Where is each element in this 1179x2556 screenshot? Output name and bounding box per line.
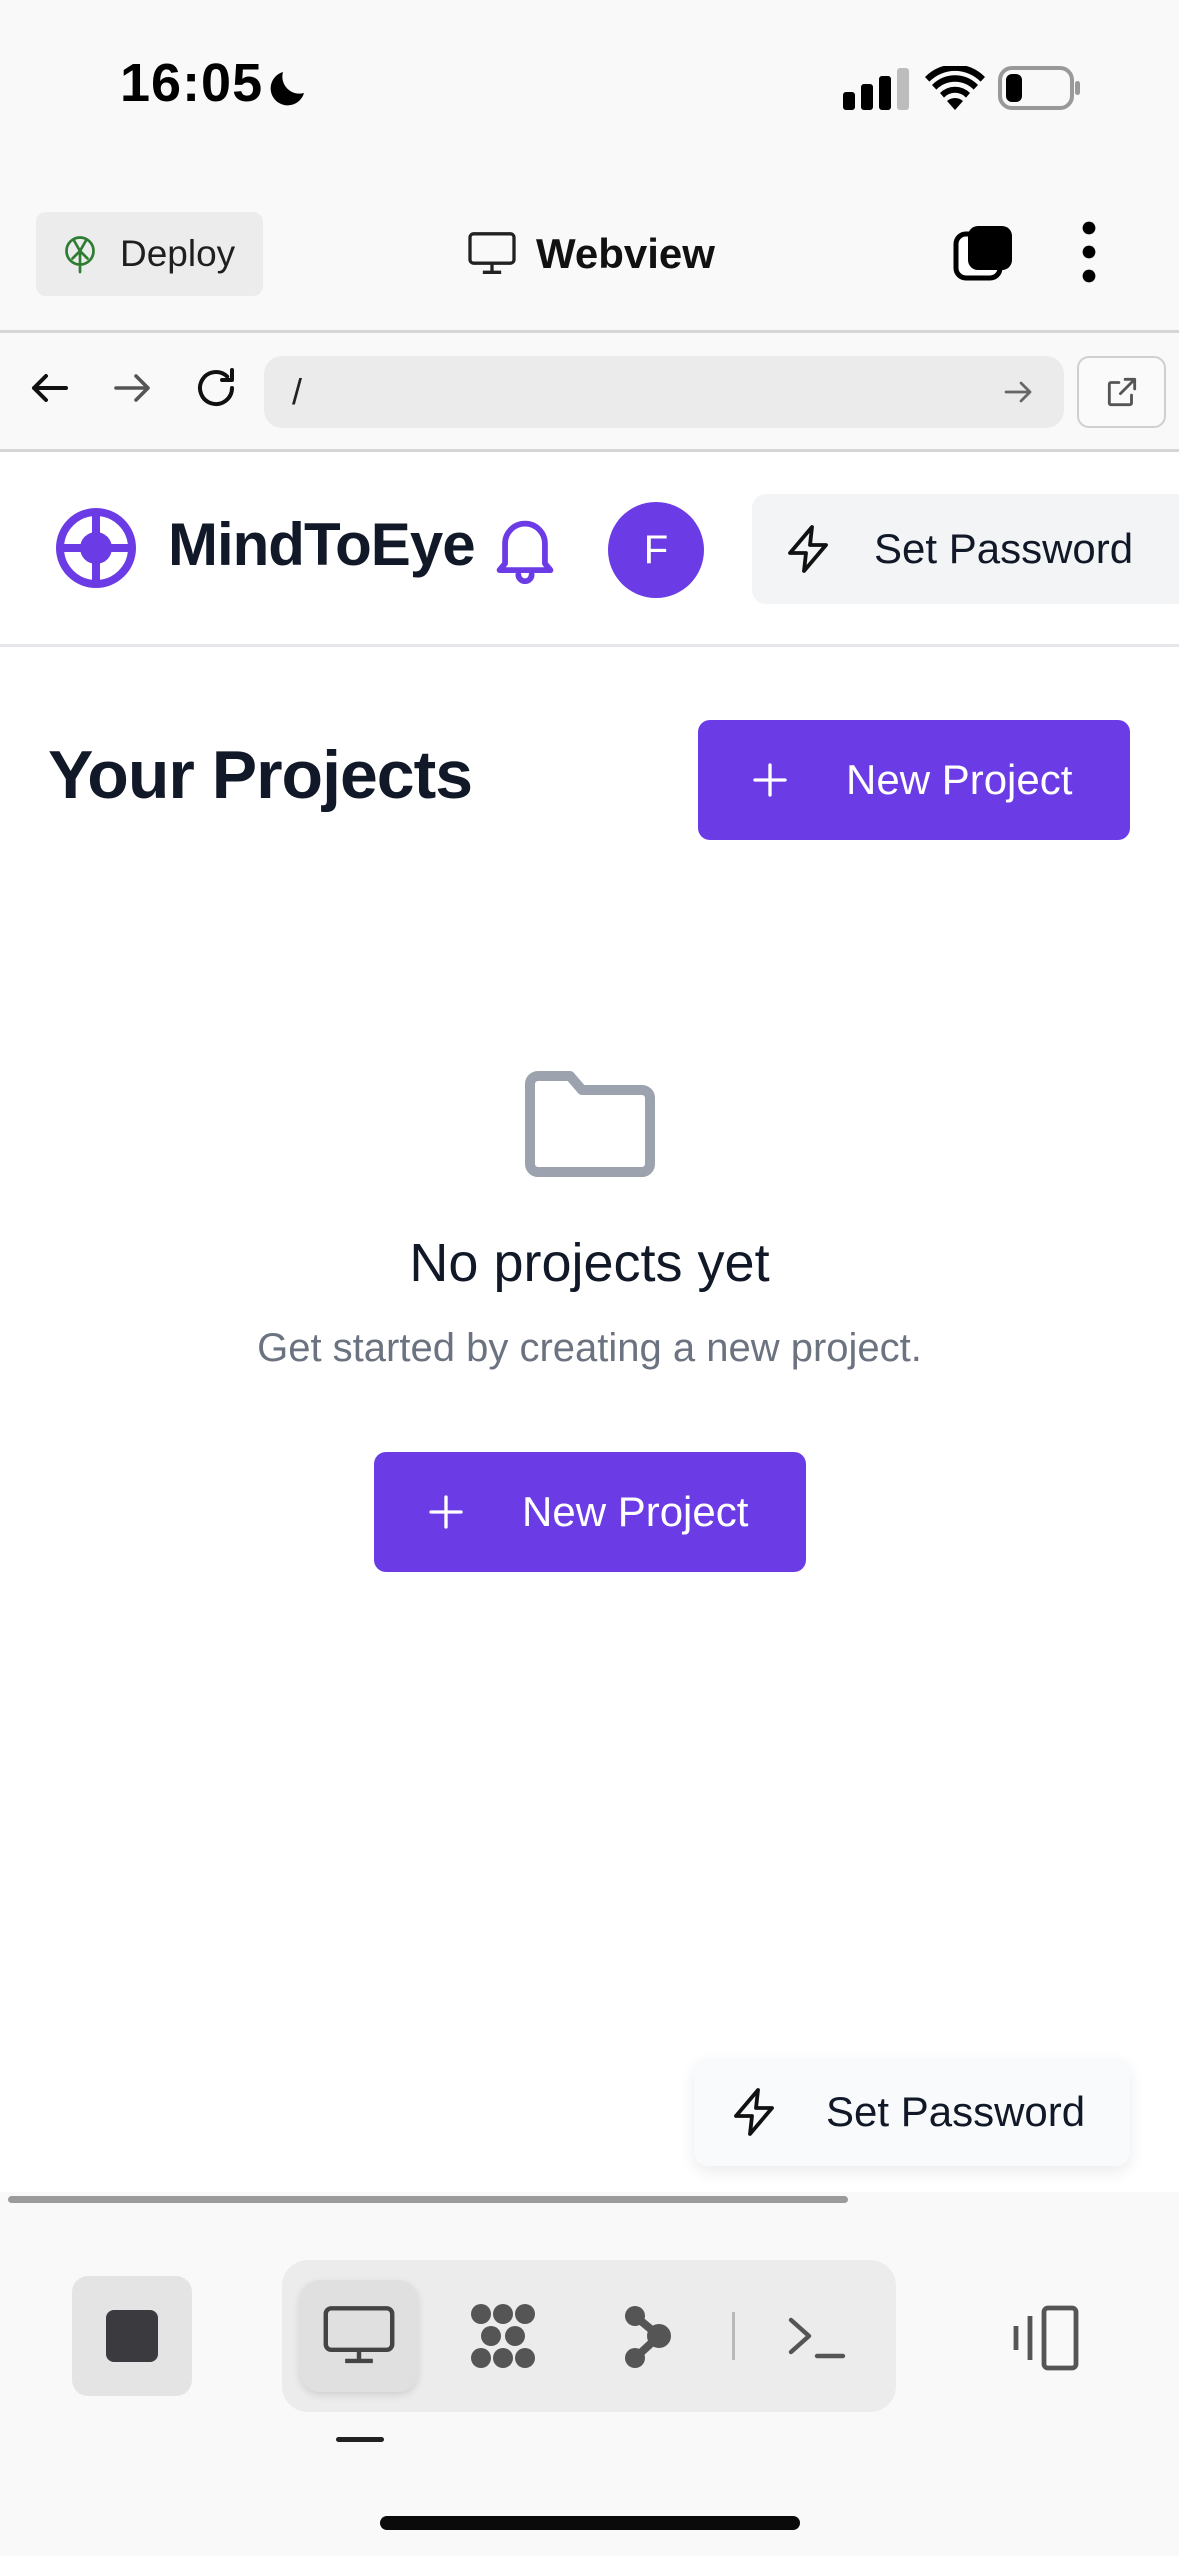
agent-icon [471,2304,535,2368]
go-arrow-icon[interactable] [1000,374,1036,410]
status-time: 16:05 [120,53,264,113]
forward-arrow-icon[interactable] [108,364,156,412]
logo-icon[interactable] [54,506,138,590]
url-input[interactable]: / [264,356,1064,428]
monitor-icon [323,2306,395,2364]
more-vertical-icon[interactable] [1074,220,1104,284]
webview-title-text: Webview [536,230,715,277]
back-arrow-icon[interactable] [26,364,74,412]
header-divider [0,330,1179,333]
empty-state-button-label: New Project [522,1488,749,1535]
url-text: / [292,371,303,412]
bell-icon[interactable] [494,512,556,584]
stop-button[interactable] [72,2276,192,2396]
shell-tool-button[interactable] [758,2280,876,2392]
floating-set-password-button[interactable]: Set Password [694,2058,1130,2166]
deploy-button[interactable]: Deploy [36,212,263,296]
wifi-icon [925,66,985,110]
reload-icon[interactable] [192,364,240,412]
open-external-button[interactable] [1077,356,1166,428]
battery-icon [998,66,1080,110]
brand-name[interactable]: MindToEye [168,510,476,579]
empty-state-new-project-button[interactable]: New Project [374,1452,806,1572]
lightning-icon [734,2088,774,2136]
stop-icon [106,2310,158,2362]
floating-set-password-label: Set Password [826,2088,1086,2135]
app-viewport [0,452,1179,2192]
terminal-icon [788,2317,846,2359]
user-avatar[interactable]: F [608,502,704,598]
folder-icon [525,1071,655,1177]
webview-title: Webview [468,222,715,286]
set-password-label: Set Password [874,525,1134,572]
plus-icon [753,763,787,797]
horizontal-scrollbar[interactable] [8,2196,848,2203]
avatar-initial: F [643,527,669,572]
tabs-icon[interactable] [952,222,1016,286]
cellular-signal-icon [843,68,909,110]
layout-toggle-icon[interactable] [1008,2298,1088,2378]
lightning-icon [788,525,828,573]
empty-state-title: No projects yet [409,1233,770,1293]
empty-state-subtitle: Get started by creating a new project. [257,1326,922,1370]
git-tool-button[interactable] [588,2280,706,2392]
home-indicator [380,2516,800,2530]
set-password-button[interactable]: Set Password [752,494,1179,604]
agent-tool-button[interactable] [444,2280,562,2392]
moon-icon [270,72,304,106]
page-title: Your Projects [48,737,473,813]
tool-separator [732,2312,735,2360]
active-tool-indicator [336,2437,384,2442]
deploy-label: Deploy [120,233,236,274]
new-project-button[interactable]: New Project [698,720,1130,840]
webview-tool-button[interactable] [300,2280,418,2392]
new-project-label: New Project [846,756,1073,803]
nav-divider [0,644,1179,647]
external-link-icon [1107,377,1136,407]
monitor-icon [468,232,516,274]
deploy-icon [65,236,95,274]
plus-icon [429,1495,463,1529]
git-icon [625,2306,671,2368]
